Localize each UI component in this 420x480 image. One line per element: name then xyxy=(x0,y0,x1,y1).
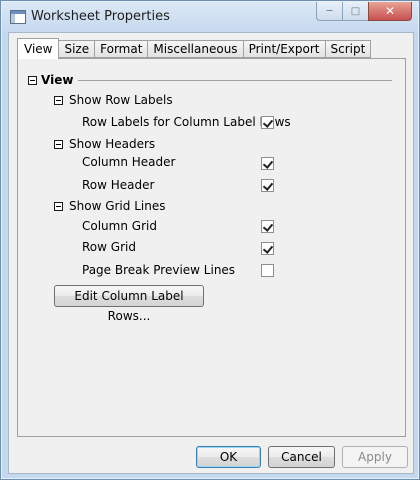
minimize-button[interactable]: ─ xyxy=(316,2,342,21)
row-header-label: Row Header xyxy=(82,178,155,192)
apply-button[interactable]: Apply xyxy=(342,446,408,468)
page-break-preview-lines-label: Page Break Preview Lines xyxy=(82,263,236,277)
row-labels-for-column-label-rows-label: Row Labels for Column Label Rows xyxy=(82,115,291,129)
show-row-labels-label: Show Row Labels xyxy=(69,93,173,107)
tab-miscellaneous[interactable]: Miscellaneous xyxy=(148,40,244,58)
view-divider xyxy=(78,80,392,81)
dialog-client-area: View Size Format Miscellaneous Print/Exp… xyxy=(8,32,414,474)
window-title: Worksheet Properties xyxy=(31,9,170,24)
tab-script[interactable]: Script xyxy=(325,40,372,58)
maximize-icon: □ xyxy=(350,5,361,17)
tab-view[interactable]: View xyxy=(17,38,60,59)
minimize-icon: ─ xyxy=(326,5,333,17)
page-break-preview-lines-checkbox[interactable] xyxy=(261,264,274,277)
collapse-show-headers-icon[interactable] xyxy=(54,140,63,149)
row-grid-label: Row Grid xyxy=(82,240,136,254)
tab-strip: View Size Format Miscellaneous Print/Exp… xyxy=(17,38,372,59)
ok-button[interactable]: OK xyxy=(196,446,261,468)
maximize-button[interactable]: □ xyxy=(342,2,368,21)
column-header-checkbox[interactable] xyxy=(261,157,274,170)
row-labels-for-column-label-rows-checkbox[interactable] xyxy=(261,116,274,129)
row-grid-checkbox[interactable] xyxy=(261,242,274,255)
collapse-view-icon[interactable] xyxy=(28,76,37,85)
show-grid-lines-label: Show Grid Lines xyxy=(69,199,166,213)
worksheet-properties-dialog: Worksheet Properties ─ □ ✕ View Size For… xyxy=(0,0,420,480)
collapse-show-row-labels-icon[interactable] xyxy=(54,96,63,105)
collapse-show-grid-lines-icon[interactable] xyxy=(54,202,63,211)
close-button[interactable]: ✕ xyxy=(368,2,412,21)
close-icon: ✕ xyxy=(384,4,396,18)
show-headers-label: Show Headers xyxy=(69,137,156,151)
caption-buttons: ─ □ ✕ xyxy=(316,2,412,22)
tab-print-export[interactable]: Print/Export xyxy=(243,40,326,58)
edit-column-label-rows-button[interactable]: Edit Column Label Rows... xyxy=(54,285,204,323)
cancel-button[interactable]: Cancel xyxy=(268,446,335,468)
tab-format[interactable]: Format xyxy=(95,40,149,58)
view-heading: View xyxy=(41,73,74,87)
window-icon xyxy=(10,10,26,24)
title-bar[interactable]: Worksheet Properties ─ □ ✕ xyxy=(2,2,418,32)
column-header-label: Column Header xyxy=(82,155,176,169)
column-grid-checkbox[interactable] xyxy=(261,220,274,233)
row-header-checkbox[interactable] xyxy=(261,179,274,192)
column-grid-label: Column Grid xyxy=(82,219,157,233)
view-tab-panel: View Show Row Labels Row Labels for Colu… xyxy=(17,58,406,437)
tab-size[interactable]: Size xyxy=(59,40,96,58)
